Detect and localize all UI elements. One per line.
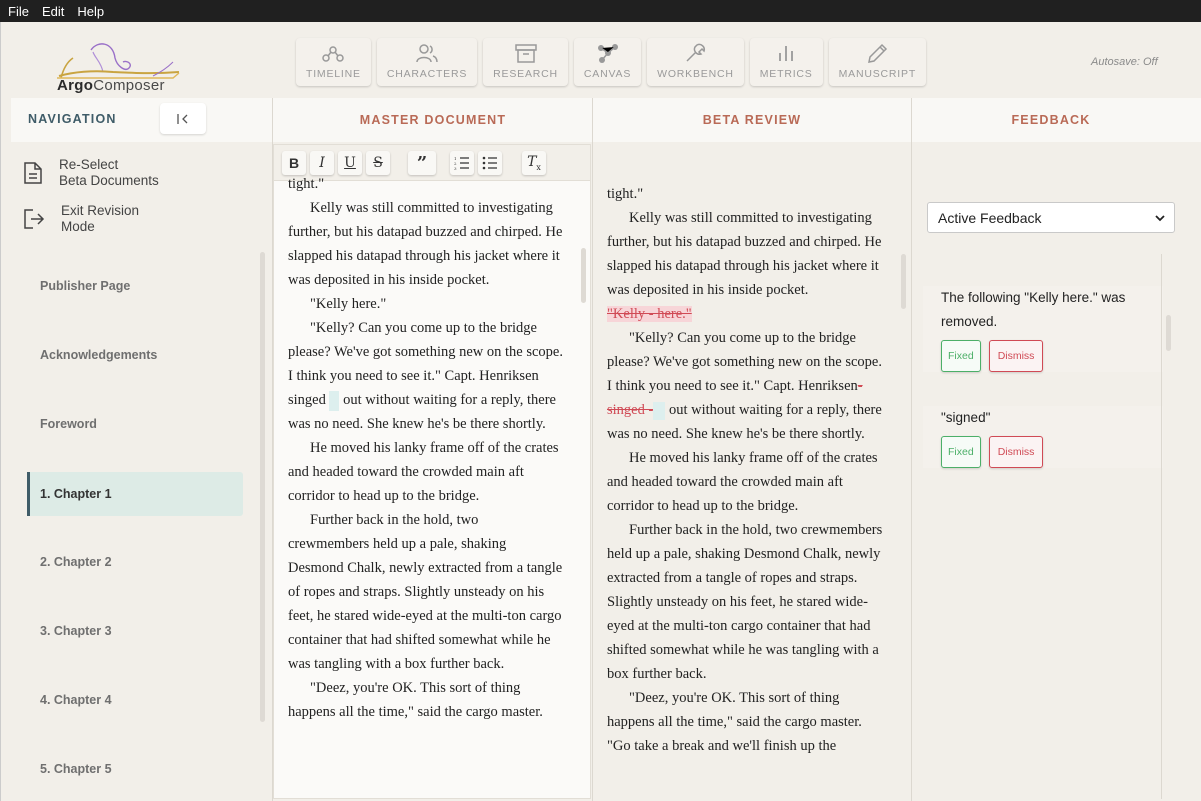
deleted-text: "Kelly - here." <box>607 306 692 322</box>
ordered-list-icon: 123 <box>454 156 469 170</box>
removed-text-marker <box>653 401 666 420</box>
timeline-button[interactable]: TIMELINE <box>296 38 371 86</box>
divider <box>1161 254 1162 799</box>
feedback-card: "signed" Fixed Dismiss <box>923 406 1163 468</box>
dismiss-button[interactable]: Dismiss <box>988 340 1044 372</box>
research-icon <box>514 44 537 63</box>
italic-icon: I <box>319 155 325 171</box>
column-header-row: NAVIGATION MASTER DOCUMENT BETA REVIEW F… <box>11 98 1201 142</box>
chevron-down-icon <box>1155 215 1165 222</box>
navigation-title: NAVIGATION <box>28 112 117 126</box>
master-document-text[interactable]: tight." Kelly was still committed to inv… <box>288 172 563 794</box>
divider <box>592 98 593 801</box>
workbench-button[interactable]: WORKBENCH <box>647 38 744 86</box>
bullet-list-icon <box>482 156 497 170</box>
nav-item-acknowledgements[interactable]: Acknowledgements <box>27 333 243 377</box>
beta-review-title: BETA REVIEW <box>702 113 802 127</box>
dismiss-button[interactable]: Dismiss <box>988 436 1044 468</box>
exit-icon <box>24 209 45 229</box>
beta-review-text[interactable]: tight." Kelly was still committed to inv… <box>607 182 889 799</box>
canvas-button[interactable]: CANVAS <box>573 38 642 86</box>
nav-item-publisher-page[interactable]: Publisher Page <box>27 264 243 308</box>
research-button[interactable]: RESEARCH <box>483 38 568 86</box>
nav-item-chapter-4[interactable]: 4. Chapter 4 <box>27 678 243 722</box>
canvas-icon <box>597 44 618 63</box>
quote-icon: ” <box>416 152 428 174</box>
logo-text: ArgoComposer <box>57 77 165 94</box>
feedback-list: The following "Kelly here." was removed.… <box>923 260 1163 800</box>
menu-edit[interactable]: Edit <box>42 4 64 19</box>
menu-bar: File Edit Help <box>0 0 1201 22</box>
app-window: ArgoComposer TIMELINE CHARACTERS RESEARC… <box>0 22 1201 801</box>
workbench-icon <box>686 43 706 62</box>
metrics-button[interactable]: METRICS <box>749 38 823 86</box>
collapse-sidebar-button[interactable] <box>160 103 206 134</box>
characters-button[interactable]: CHARACTERS <box>376 38 478 86</box>
strikethrough-icon: S <box>373 155 383 171</box>
beta-scrollbar[interactable] <box>901 254 906 309</box>
bold-icon: B <box>288 155 300 171</box>
nav-item-chapter-2[interactable]: 2. Chapter 2 <box>27 540 243 584</box>
metrics-icon <box>779 46 794 61</box>
underline-icon: U <box>344 155 356 171</box>
master-document-title: MASTER DOCUMENT <box>359 113 507 127</box>
fixed-button[interactable]: Fixed <box>941 340 981 372</box>
menu-file[interactable]: File <box>8 4 29 19</box>
characters-icon <box>416 44 438 63</box>
feedback-filter-select[interactable]: Active Feedback <box>927 202 1175 233</box>
exit-revision-mode-button[interactable]: Exit Revision Mode <box>23 203 139 235</box>
autosave-status: Autosave: Off <box>1091 56 1158 68</box>
main-toolbar: TIMELINE CHARACTERS RESEARCH CANVAS WORK… <box>296 38 927 86</box>
feedback-scrollbar[interactable] <box>1166 315 1171 351</box>
manuscript-button[interactable]: MANUSCRIPT <box>828 38 927 86</box>
reselect-beta-documents-button[interactable]: Re-Select Beta Documents <box>23 157 159 189</box>
fixed-button[interactable]: Fixed <box>941 436 981 468</box>
manuscript-icon <box>868 43 888 63</box>
divider <box>911 98 912 801</box>
document-icon <box>24 162 42 184</box>
feedback-card: The following "Kelly here." was removed.… <box>923 286 1163 372</box>
nav-item-foreword[interactable]: Foreword <box>27 402 243 446</box>
menu-help[interactable]: Help <box>77 4 104 19</box>
nav-item-chapter-3[interactable]: 3. Chapter 3 <box>27 609 243 653</box>
master-scrollbar[interactable] <box>581 248 586 303</box>
clear-format-icon: Tx <box>527 154 541 172</box>
nav-item-chapter-1[interactable]: 1. Chapter 1 <box>27 472 243 516</box>
nav-item-chapter-5[interactable]: 5. Chapter 5 <box>27 747 243 791</box>
sidebar-scrollbar[interactable] <box>260 252 265 722</box>
collapse-left-icon <box>177 113 188 124</box>
timeline-icon <box>322 46 345 62</box>
removed-text-marker <box>329 390 340 411</box>
feedback-title: FEEDBACK <box>1011 113 1091 127</box>
svg-text:3: 3 <box>454 166 457 170</box>
